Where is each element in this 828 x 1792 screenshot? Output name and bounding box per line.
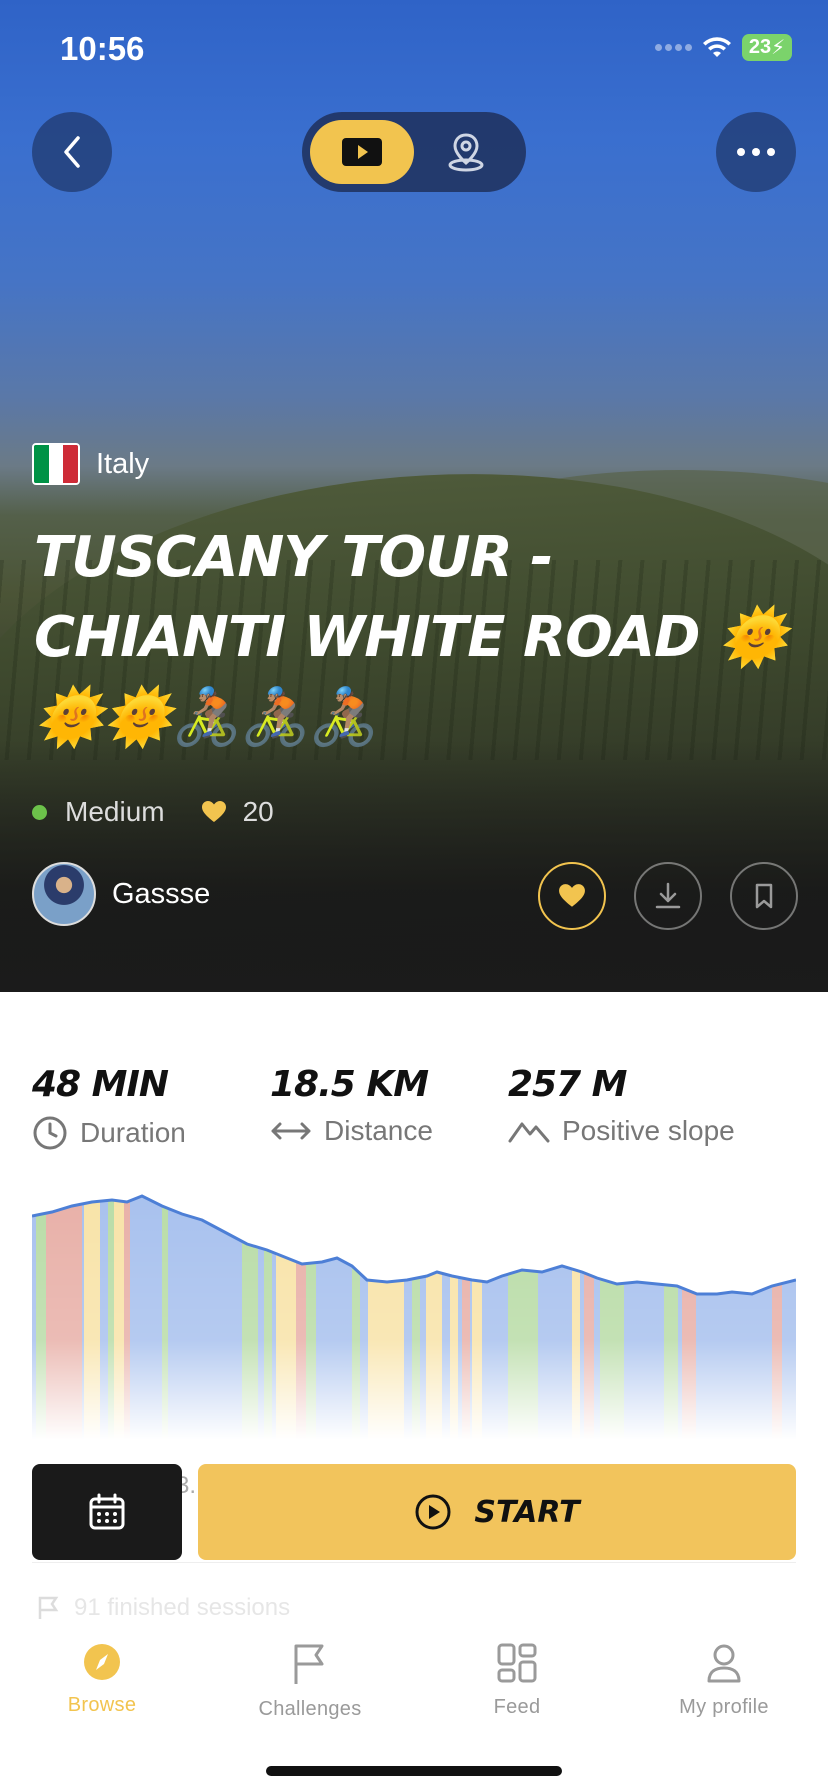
back-button[interactable] (32, 112, 112, 192)
signal-icon (655, 44, 692, 51)
download-icon (655, 882, 681, 909)
tab-label-feed: Feed (493, 1696, 541, 1718)
stat-distance: 18.5 KM Distance (270, 1064, 468, 1151)
arrows-horizontal-icon (271, 1122, 311, 1140)
likes-count: 20 (242, 796, 274, 827)
download-button[interactable] (634, 862, 702, 930)
country-tag: Italy (32, 443, 149, 485)
duration-value: 48 MIN (32, 1064, 169, 1105)
duration-label: Duration (80, 1117, 186, 1148)
calendar-icon (89, 1493, 125, 1530)
map-pin-icon (448, 133, 484, 172)
user-icon (707, 1644, 741, 1683)
elevation-profile (31, 1190, 797, 1440)
slope-label: Positive slope (562, 1115, 735, 1146)
divider (32, 1562, 796, 1563)
status-bar-time: 10:56 (60, 30, 145, 67)
author-name: Gassse (112, 877, 211, 910)
bookmark-icon (755, 883, 773, 909)
chevron-left-icon (64, 136, 80, 168)
distance-value: 18.5 KM (270, 1064, 429, 1105)
tab-label-challenges: Challenges (258, 1698, 362, 1720)
tab-browse[interactable]: Browse (12, 1642, 192, 1717)
tab-challenges[interactable]: Challenges (220, 1642, 400, 1721)
video-mode-tab[interactable] (310, 120, 414, 184)
tab-my-profile[interactable]: My profile (634, 1642, 814, 1719)
finish-flag-icon (38, 1596, 59, 1619)
tab-feed[interactable]: Feed (427, 1642, 607, 1719)
home-indicator[interactable] (266, 1766, 562, 1776)
more-options-button[interactable] (716, 112, 796, 192)
map-mode-tab[interactable] (414, 120, 518, 184)
ride-title: TUSCANY TOUR - CHIANTI WHITE ROAD 🌞🌞🌞🚴🏽🚴… (34, 525, 788, 750)
start-button[interactable]: START (198, 1464, 796, 1560)
play-circle-icon (415, 1494, 451, 1530)
finished-sessions-label: 91 finished sessions (74, 1594, 291, 1621)
wifi-icon (703, 36, 731, 57)
difficulty-label: Medium (65, 796, 165, 827)
bookmark-button[interactable] (730, 862, 798, 930)
italy-flag-icon (32, 443, 80, 485)
flag-icon (294, 1644, 324, 1684)
difficulty-dot-icon (32, 804, 47, 820)
slope-value: 257 M (508, 1064, 628, 1105)
like-button[interactable] (538, 862, 606, 930)
ride-meta: Medium 20 (32, 796, 274, 828)
avatar (32, 862, 96, 926)
distance-label: Distance (324, 1115, 433, 1146)
country-name: Italy (96, 447, 150, 480)
compass-icon (84, 1644, 120, 1680)
mountain-icon (508, 1122, 550, 1143)
battery-level: 23 (748, 36, 772, 58)
likes-count-group: 20 (201, 796, 274, 828)
stat-duration: 48 MIN Duration (32, 1064, 230, 1151)
grid-icon (497, 1643, 537, 1683)
author-profile-link[interactable]: Gassse (32, 862, 210, 926)
start-label: START (474, 1494, 580, 1530)
tab-label-my-profile: My profile (679, 1696, 769, 1718)
schedule-button[interactable] (32, 1464, 182, 1560)
view-mode-toggle[interactable] (302, 112, 526, 192)
status-bar-icons: 23 ⚡ (655, 34, 792, 61)
battery-icon: 23 ⚡ (742, 34, 792, 61)
clock-icon (33, 1116, 67, 1150)
ride-stats: 48 MIN Duration 18.5 KM Distance 257 M P… (32, 1064, 775, 1151)
tab-label-browse: Browse (67, 1694, 137, 1716)
heart-icon (201, 801, 226, 822)
more-dots-icon (737, 148, 775, 156)
play-square-icon (342, 138, 382, 166)
heart-icon (559, 884, 585, 907)
stat-slope: 257 M Positive slope (508, 1064, 735, 1151)
finished-sessions: 91 finished sessions (36, 1594, 290, 1622)
elevation-profile-graphic (31, 1194, 797, 1440)
